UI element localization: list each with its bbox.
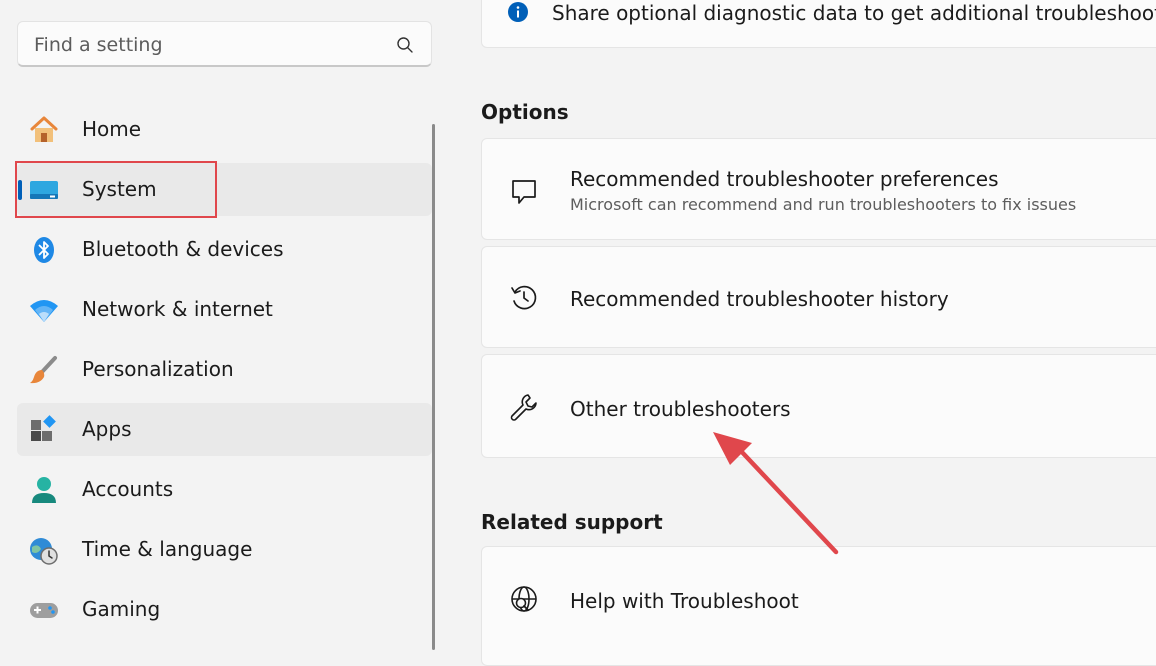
- diagnostic-data-card[interactable]: Share optional diagnostic data to get ad…: [481, 0, 1156, 48]
- search-box[interactable]: [17, 21, 432, 67]
- globe-search-icon: [511, 586, 537, 612]
- clock-globe-icon: [30, 538, 58, 565]
- card-recommended-preferences[interactable]: Recommended troubleshooter preferences M…: [481, 138, 1156, 240]
- card-help-with-troubleshoot[interactable]: Help with Troubleshoot: [481, 546, 1156, 666]
- section-heading-related-support: Related support: [481, 510, 663, 534]
- card-title: Recommended troubleshooter history: [570, 287, 949, 311]
- history-icon: [511, 285, 537, 310]
- card-other-troubleshooters[interactable]: Other troubleshooters: [481, 354, 1156, 458]
- sidebar-item-apps[interactable]: Apps: [17, 403, 432, 456]
- section-heading-options: Options: [481, 100, 569, 124]
- card-description: Microsoft can recommend and run troubles…: [570, 195, 1077, 214]
- sidebar-item-label: Bluetooth & devices: [82, 237, 284, 261]
- card-title: Other troubleshooters: [570, 397, 791, 421]
- annotation-highlight-box: [15, 161, 217, 218]
- home-icon: [30, 116, 58, 142]
- card-title: Help with Troubleshoot: [570, 589, 799, 613]
- sidebar-item-label: Accounts: [82, 477, 174, 501]
- sidebar: Home System Bluetooth & devices Network …: [0, 0, 440, 650]
- search-icon[interactable]: [396, 36, 414, 54]
- gamepad-icon: [30, 603, 58, 618]
- sidebar-item-label: Home: [82, 117, 142, 141]
- sidebar-item-accounts[interactable]: Accounts: [17, 463, 432, 516]
- card-title: Recommended troubleshooter preferences: [570, 167, 999, 191]
- sidebar-scrollbar[interactable]: [432, 124, 435, 650]
- sidebar-item-home[interactable]: Home: [17, 103, 432, 156]
- sidebar-item-bluetooth[interactable]: Bluetooth & devices: [17, 223, 432, 276]
- apps-icon: [31, 415, 56, 441]
- wrench-icon: [510, 394, 537, 421]
- sidebar-item-gaming[interactable]: Gaming: [17, 583, 432, 636]
- account-icon: [32, 477, 56, 503]
- sidebar-item-personalization[interactable]: Personalization: [17, 343, 432, 396]
- chat-bubble-icon: [512, 180, 536, 204]
- main-content: Share optional diagnostic data to get ad…: [440, 0, 1156, 666]
- sidebar-item-label: Network & internet: [82, 297, 273, 321]
- sidebar-item-label: Personalization: [82, 357, 234, 381]
- card-title: Share optional diagnostic data to get ad…: [552, 1, 1156, 25]
- sidebar-item-network[interactable]: Network & internet: [17, 283, 432, 336]
- sidebar-item-time-language[interactable]: Time & language: [17, 523, 432, 576]
- bluetooth-icon: [34, 237, 54, 263]
- info-icon: [508, 2, 528, 22]
- card-troubleshooter-history[interactable]: Recommended troubleshooter history: [481, 246, 1156, 348]
- paintbrush-icon: [30, 356, 57, 384]
- sidebar-item-label: Gaming: [82, 597, 161, 621]
- search-input[interactable]: [32, 30, 386, 60]
- sidebar-item-label: Time & language: [82, 537, 253, 561]
- sidebar-item-label: Apps: [82, 417, 132, 441]
- wifi-icon: [30, 300, 58, 322]
